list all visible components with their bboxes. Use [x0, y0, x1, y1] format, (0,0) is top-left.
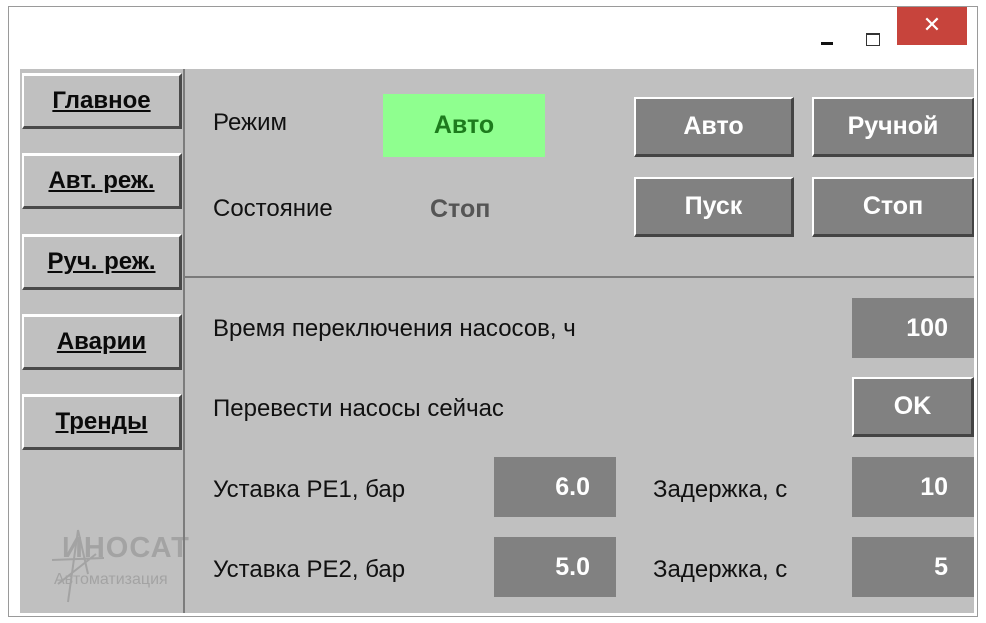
auto-mode-button[interactable]: Авто: [634, 97, 794, 157]
pe2-setpoint-input[interactable]: 5.0: [494, 537, 616, 597]
stop-button[interactable]: Стоп: [812, 177, 974, 237]
mode-label: Режим: [213, 109, 287, 136]
pe2-setpoint-label: Уставка PE2, бар: [213, 556, 406, 583]
app-window: ✕ Главное Авт. реж. Руч. реж. Аварии Тре…: [8, 6, 978, 617]
pe2-delay-input[interactable]: 5: [852, 537, 974, 597]
nav-button-auto-mode[interactable]: Авт. реж.: [22, 153, 182, 209]
state-value: Стоп: [430, 195, 491, 223]
logo-title: ИНОСАТ: [62, 532, 190, 564]
sidebar-divider: [183, 69, 185, 613]
section-divider: [185, 276, 974, 278]
title-bar: ✕: [9, 7, 977, 65]
minimize-icon[interactable]: [809, 28, 845, 52]
nav-button-manual-mode[interactable]: Руч. реж.: [22, 234, 182, 290]
switch-time-label: Время переключения насосов, ч: [213, 315, 576, 342]
start-button[interactable]: Пуск: [634, 177, 794, 237]
nav-button-main[interactable]: Главное: [22, 73, 182, 129]
pe1-setpoint-input[interactable]: 6.0: [494, 457, 616, 517]
pe2-delay-label: Задержка, с: [653, 556, 788, 583]
nav-button-trends[interactable]: Тренды: [22, 394, 182, 450]
switch-now-label: Перевести насосы сейчас: [213, 395, 504, 422]
main-panel: Главное Авт. реж. Руч. реж. Аварии Тренд…: [20, 69, 974, 613]
nav-button-alarms[interactable]: Аварии: [22, 314, 182, 370]
pe1-delay-input[interactable]: 10: [852, 457, 974, 517]
state-label: Состояние: [213, 195, 333, 222]
close-icon[interactable]: ✕: [897, 7, 967, 45]
pe1-delay-label: Задержка, с: [653, 476, 788, 503]
company-logo: ИНОСАТ Автоматизация: [48, 524, 189, 604]
mode-indicator: Авто: [383, 94, 545, 157]
maximize-icon[interactable]: [855, 28, 891, 52]
pe1-setpoint-label: Уставка PE1, бар: [213, 476, 406, 503]
switch-time-input[interactable]: 100: [852, 298, 974, 358]
ok-button[interactable]: OK: [852, 377, 974, 437]
manual-mode-button[interactable]: Ручной: [812, 97, 974, 157]
sidebar: Главное Авт. реж. Руч. реж. Аварии Тренд…: [20, 69, 189, 613]
logo-subtitle: Автоматизация: [54, 571, 168, 588]
